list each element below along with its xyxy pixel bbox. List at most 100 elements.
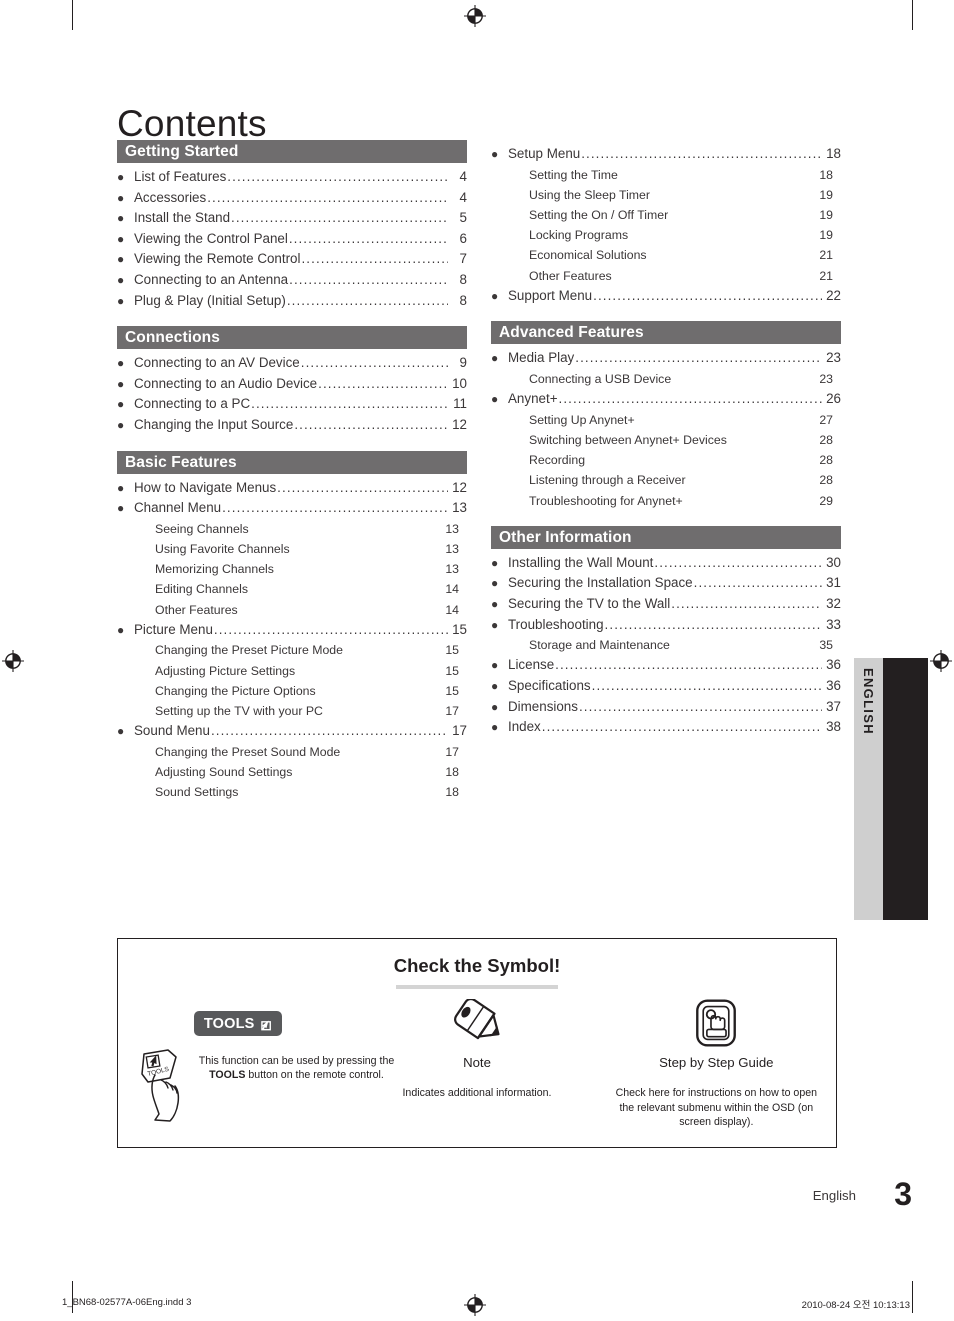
toc-entry[interactable]: ● Plug & Play (Initial Setup) ...........… [117, 291, 467, 312]
toc-entry-title: Economical Solutions [529, 248, 647, 263]
toc-entry[interactable]: ● Support Menu ..........................… [491, 286, 841, 307]
toc-entry-title: Adjusting Picture Settings [155, 663, 296, 678]
hand-press-button-icon [695, 998, 737, 1053]
bullet-icon: ● [491, 576, 499, 591]
toc-entry-page: 36 [826, 677, 841, 693]
symbol-box-title: Check the Symbol! [393, 955, 561, 976]
toc-entry[interactable]: ● Securing the TV to the Wall ...........… [491, 594, 841, 615]
toc-entry[interactable]: ● Viewing the Control Panel .............… [117, 229, 467, 250]
page-title: Contents [117, 102, 267, 144]
leader-dots: ........................................… [654, 554, 822, 570]
note-icon-wrap [357, 997, 596, 1053]
table-of-contents: Getting Started ● List of Features .......… [117, 140, 841, 817]
leader-dots: ........................................… [231, 210, 448, 226]
toc-entry[interactable]: Storage and Maintenance ................… [491, 635, 841, 655]
toc-column-right: ● Setup Menu ............................… [491, 140, 841, 817]
toc-entry-title: Adjusting Sound Settings [155, 764, 293, 779]
toc-entry-title: Sound Settings [155, 785, 239, 800]
toc-entry[interactable]: ● Sound Menu ............................… [117, 721, 467, 742]
toc-entry[interactable]: ● Accessories ...........................… [117, 188, 467, 209]
toc-entry[interactable]: Switching between Anynet+ Devices ......… [491, 430, 841, 450]
leader-dots: ........................................… [541, 719, 822, 735]
toc-entry[interactable]: Adjusting Sound Settings ...............… [117, 762, 467, 782]
toc-entry[interactable]: Economical Solutions ...................… [491, 245, 841, 265]
bullet-icon: ● [491, 699, 499, 714]
toc-entry-title: How to Navigate Menus [134, 479, 277, 495]
bullet-icon: ● [117, 252, 125, 267]
toc-entry-page: 4 [459, 169, 467, 184]
toc-entry-page: 27 [819, 412, 833, 427]
toc-entry[interactable]: Adjusting Picture Settings .............… [117, 661, 467, 681]
bullet-icon: ● [117, 190, 125, 205]
toc-entry[interactable]: Other Features .........................… [491, 266, 841, 286]
toc-entry[interactable]: Memorizing Channels ....................… [117, 559, 467, 579]
leader-dots: ........................................… [294, 416, 448, 432]
toc-entry[interactable]: Setting up the TV with your PC .........… [117, 701, 467, 721]
toc-entry-page: 19 [819, 228, 833, 243]
toc-entry[interactable]: Connecting a USB Device ................… [491, 369, 841, 389]
toc-entry[interactable]: Seeing Channels ........................… [117, 519, 467, 539]
toc-entry-title: Media Play [508, 350, 575, 366]
toc-entry[interactable]: ● Changing the Input Source .............… [117, 415, 467, 436]
toc-entry[interactable]: Using the Sleep Timer ..................… [491, 185, 841, 205]
toc-entry-title: Changing the Preset Sound Mode [155, 744, 341, 759]
toc-entry[interactable]: Listening through a Receiver ...........… [491, 470, 841, 490]
toc-entry[interactable]: Troubleshooting for Anynet+ ............… [491, 491, 841, 511]
toc-entry-page: 29 [819, 493, 833, 508]
toc-entry[interactable]: ● License ...............................… [491, 655, 841, 676]
toc-entry[interactable]: ● Channel Menu ..........................… [117, 498, 467, 519]
toc-entry[interactable]: ● Connecting to an AV Device ............… [117, 353, 467, 374]
toc-entry[interactable]: Recording ..............................… [491, 450, 841, 470]
crop-mark-top-right [912, 0, 913, 30]
tools-arrow-icon [258, 1017, 272, 1031]
toc-entry[interactable]: ● Media Play ............................… [491, 348, 841, 369]
toc-entry-title: Seeing Channels [155, 521, 249, 536]
bullet-icon: ● [491, 597, 499, 611]
bullet-icon: ● [117, 211, 125, 226]
toc-entry[interactable]: Locking Programs .......................… [491, 225, 841, 245]
toc-entry[interactable]: Setting Up Anynet+ .....................… [491, 410, 841, 430]
leader-dots: ........................................… [669, 205, 814, 224]
toc-entry-title: Connecting to an AV Device [134, 355, 300, 371]
toc-entry-page: 13 [445, 521, 459, 536]
bullet-icon: ● [117, 480, 125, 495]
toc-entry[interactable]: ● Setup Menu ............................… [491, 144, 841, 165]
bullet-icon: ● [117, 356, 125, 371]
toc-entry[interactable]: ● List of Features ......................… [117, 167, 467, 188]
toc-entry-page: 33 [826, 616, 841, 632]
toc-entry[interactable]: ● Troubleshooting .......................… [491, 615, 841, 636]
toc-entry[interactable]: Setting the On / Off Timer .............… [491, 205, 841, 225]
toc-entry[interactable]: ● Viewing the Remote Control ............… [117, 249, 467, 270]
leader-dots: ........................................… [651, 185, 814, 204]
toc-entry[interactable]: Other Features .........................… [117, 600, 467, 620]
toc-entry[interactable]: ● Connecting to a PC ....................… [117, 394, 467, 415]
toc-entry[interactable]: Using Favorite Channels ................… [117, 539, 467, 559]
toc-entry[interactable]: ● Installing the Wall Mount .............… [491, 553, 841, 574]
toc-entry[interactable]: Changing the Picture Options ...........… [117, 681, 467, 701]
toc-entry[interactable]: Setting the Time .......................… [491, 165, 841, 185]
toc-entry[interactable]: Editing Channels .......................… [117, 579, 467, 599]
toc-entry-page: 17 [445, 744, 459, 759]
toc-entry[interactable]: ● Anynet+ ...............................… [491, 389, 841, 410]
leader-dots: ........................................… [591, 677, 822, 693]
toc-entry-page: 28 [819, 453, 833, 468]
toc-entry[interactable]: ● Index .................................… [491, 717, 841, 738]
bullet-icon: ● [491, 658, 499, 673]
toc-entry-page: 36 [826, 657, 841, 673]
toc-entry[interactable]: ● Dimensions ............................… [491, 697, 841, 718]
toc-entry-page: 14 [445, 602, 459, 617]
toc-entry[interactable]: Changing the Preset Picture Mode .......… [117, 640, 467, 660]
tools-explanation-row: TOOLS This function can be used by press… [118, 1048, 394, 1128]
toc-entry[interactable]: ● Connecting to an Audio Device .........… [117, 374, 467, 395]
toc-entry[interactable]: ● Install the Stand .....................… [117, 208, 467, 229]
toc-entry-title: Setting Up Anynet+ [529, 412, 635, 427]
toc-entry[interactable]: Sound Settings .........................… [117, 782, 467, 802]
toc-entry[interactable]: Changing the Preset Sound Mode .........… [117, 742, 467, 762]
toc-entry[interactable]: ● Specifications ........................… [491, 676, 841, 697]
toc-entry[interactable]: ● Securing the Installation Space .......… [491, 573, 841, 594]
toc-entry[interactable]: ● Picture Menu ..........................… [117, 620, 467, 641]
leader-dots: ........................................… [288, 230, 448, 246]
toc-entry-page: 21 [819, 248, 833, 263]
toc-entry[interactable]: ● How to Navigate Menus .................… [117, 478, 467, 499]
toc-entry[interactable]: ● Connecting to an Antenna ..............… [117, 270, 467, 291]
